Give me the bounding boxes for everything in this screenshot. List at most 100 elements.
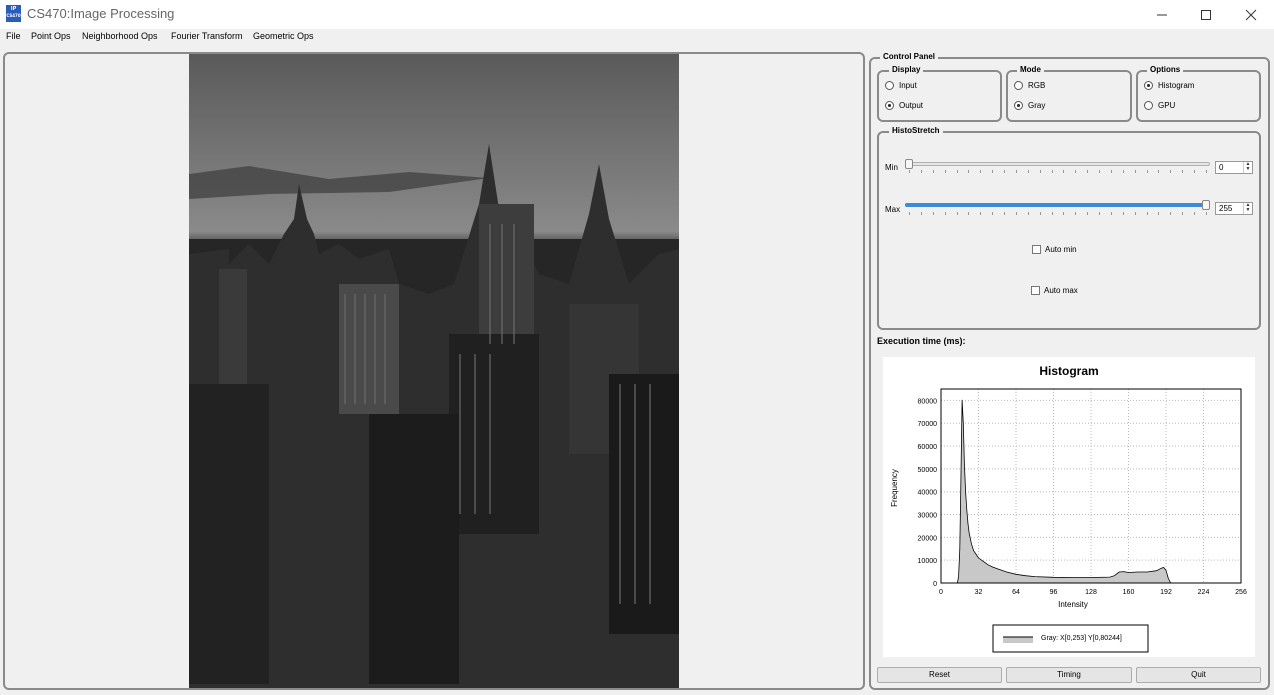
- min-slider-track[interactable]: [905, 162, 1210, 166]
- image-display-panel: [3, 52, 865, 690]
- slider-tick: [968, 170, 970, 173]
- radio-input[interactable]: Input: [885, 81, 917, 90]
- slider-tick: [1039, 212, 1041, 215]
- slider-tick: [1099, 212, 1101, 215]
- y-tick-label: 20000: [918, 535, 938, 542]
- slider-tick: [992, 212, 994, 215]
- menu-point-ops[interactable]: Point Ops: [31, 31, 71, 41]
- slider-tick: [1087, 170, 1089, 173]
- slider-tick: [1027, 170, 1029, 173]
- slider-tick: [944, 212, 946, 215]
- options-group-title: Options: [1147, 65, 1184, 74]
- max-slider-fill: [905, 203, 1206, 207]
- auto-max-label: Auto max: [1044, 286, 1078, 295]
- spin-arrows-icon[interactable]: ▲ ▼: [1243, 203, 1252, 214]
- control-panel-title: Control Panel: [880, 52, 939, 61]
- slider-tick: [1051, 170, 1053, 173]
- min-slider-handle[interactable]: [905, 159, 913, 169]
- slider-tick: [1194, 170, 1196, 173]
- timing-button[interactable]: Timing: [1006, 667, 1132, 683]
- minimize-button[interactable]: [1139, 0, 1185, 29]
- slider-tick: [1170, 212, 1172, 215]
- x-tick-label: 160: [1123, 589, 1135, 596]
- slider-tick: [1015, 212, 1017, 215]
- y-tick-label: 70000: [918, 421, 938, 428]
- radio-rgb[interactable]: RGB: [1014, 81, 1045, 90]
- auto-max-box: [1031, 286, 1040, 295]
- max-slider-handle[interactable]: [1202, 200, 1210, 210]
- slider-tick: [956, 212, 958, 215]
- radio-output-label: Output: [899, 101, 924, 110]
- x-tick-label: 32: [975, 589, 983, 596]
- display-group: [877, 70, 1002, 122]
- slider-tick: [932, 170, 934, 173]
- output-image: [189, 54, 679, 688]
- x-axis-label: Intensity: [1058, 600, 1088, 609]
- slider-tick: [980, 212, 982, 215]
- y-axis-label: Frequency: [890, 469, 899, 507]
- mode-group-title: Mode: [1017, 65, 1044, 74]
- auto-max-checkbox[interactable]: Auto max: [1031, 286, 1078, 295]
- slider-tick: [1122, 170, 1124, 173]
- menu-geometric-ops[interactable]: Geometric Ops: [253, 31, 314, 41]
- slider-tick: [909, 212, 910, 215]
- slider-tick: [1063, 170, 1065, 173]
- quit-button[interactable]: Quit: [1136, 667, 1261, 683]
- x-tick-label: 256: [1235, 589, 1247, 596]
- mode-group: [1006, 70, 1132, 122]
- close-button[interactable]: [1228, 0, 1274, 29]
- radio-histogram-label: Histogram: [1158, 81, 1195, 90]
- slider-tick: [1146, 212, 1148, 215]
- radio-gray-indicator: [1014, 101, 1023, 110]
- reset-button[interactable]: Reset: [877, 667, 1002, 683]
- slider-tick: [1170, 170, 1172, 173]
- x-tick-label: 192: [1160, 589, 1172, 596]
- y-tick-label: 80000: [918, 398, 938, 405]
- slider-tick: [932, 212, 934, 215]
- slider-tick: [1027, 212, 1029, 215]
- slider-tick: [1015, 170, 1017, 173]
- radio-output-indicator: [885, 101, 894, 110]
- slider-tick: [1182, 170, 1184, 173]
- histogram-chart: Histogram 0 10000 20000 30000 40000 50000 6000…: [890, 364, 1247, 653]
- menu-neighborhood-ops[interactable]: Neighborhood Ops: [82, 31, 158, 41]
- slider-tick: [1110, 212, 1112, 215]
- slider-tick: [1206, 170, 1207, 173]
- radio-histogram-indicator: [1144, 81, 1153, 90]
- slider-tick: [1134, 170, 1136, 173]
- legend-label: Gray: X[0,253] Y[0,80244]: [1041, 635, 1122, 642]
- maximize-button[interactable]: [1183, 0, 1229, 29]
- radio-gray-label: Gray: [1028, 101, 1046, 110]
- radio-gpu[interactable]: GPU: [1144, 101, 1175, 110]
- radio-output[interactable]: Output: [885, 101, 923, 110]
- slider-tick: [1110, 170, 1112, 173]
- slider-tick: [968, 212, 970, 215]
- chart-title: Histogram: [1039, 364, 1098, 378]
- y-tick-label: 10000: [918, 558, 938, 565]
- slider-tick: [1039, 170, 1041, 173]
- histogram-panel: Histogram 0 10000 20000 30000 40000 50000 6000…: [883, 357, 1255, 657]
- radio-gpu-indicator: [1144, 101, 1153, 110]
- slider-tick: [1004, 212, 1006, 215]
- slider-tick: [1122, 212, 1124, 215]
- menu-fourier-transform[interactable]: Fourier Transform: [171, 31, 243, 41]
- max-spinbox[interactable]: 255 ▲ ▼: [1215, 202, 1253, 215]
- execution-time-label: Execution time (ms):: [877, 336, 966, 346]
- slider-tick: [909, 170, 910, 173]
- radio-gray[interactable]: Gray: [1014, 101, 1045, 110]
- app-icon-subtext: CS470: [6, 13, 21, 18]
- y-tick-label: 0: [933, 581, 937, 588]
- max-label: Max: [885, 205, 901, 214]
- slider-tick: [1158, 170, 1160, 173]
- min-spinbox[interactable]: 0 ▲ ▼: [1215, 161, 1253, 174]
- auto-min-checkbox[interactable]: Auto min: [1032, 245, 1077, 254]
- x-tick-label: 0: [939, 589, 943, 596]
- histostretch-group: [877, 131, 1261, 330]
- slider-tick: [1063, 212, 1065, 215]
- slider-tick: [1158, 212, 1160, 215]
- spin-arrows-icon[interactable]: ▲ ▼: [1243, 162, 1252, 173]
- slider-tick: [1206, 212, 1207, 215]
- radio-histogram[interactable]: Histogram: [1144, 81, 1194, 90]
- slider-tick: [920, 170, 922, 173]
- menu-file[interactable]: File: [6, 31, 21, 41]
